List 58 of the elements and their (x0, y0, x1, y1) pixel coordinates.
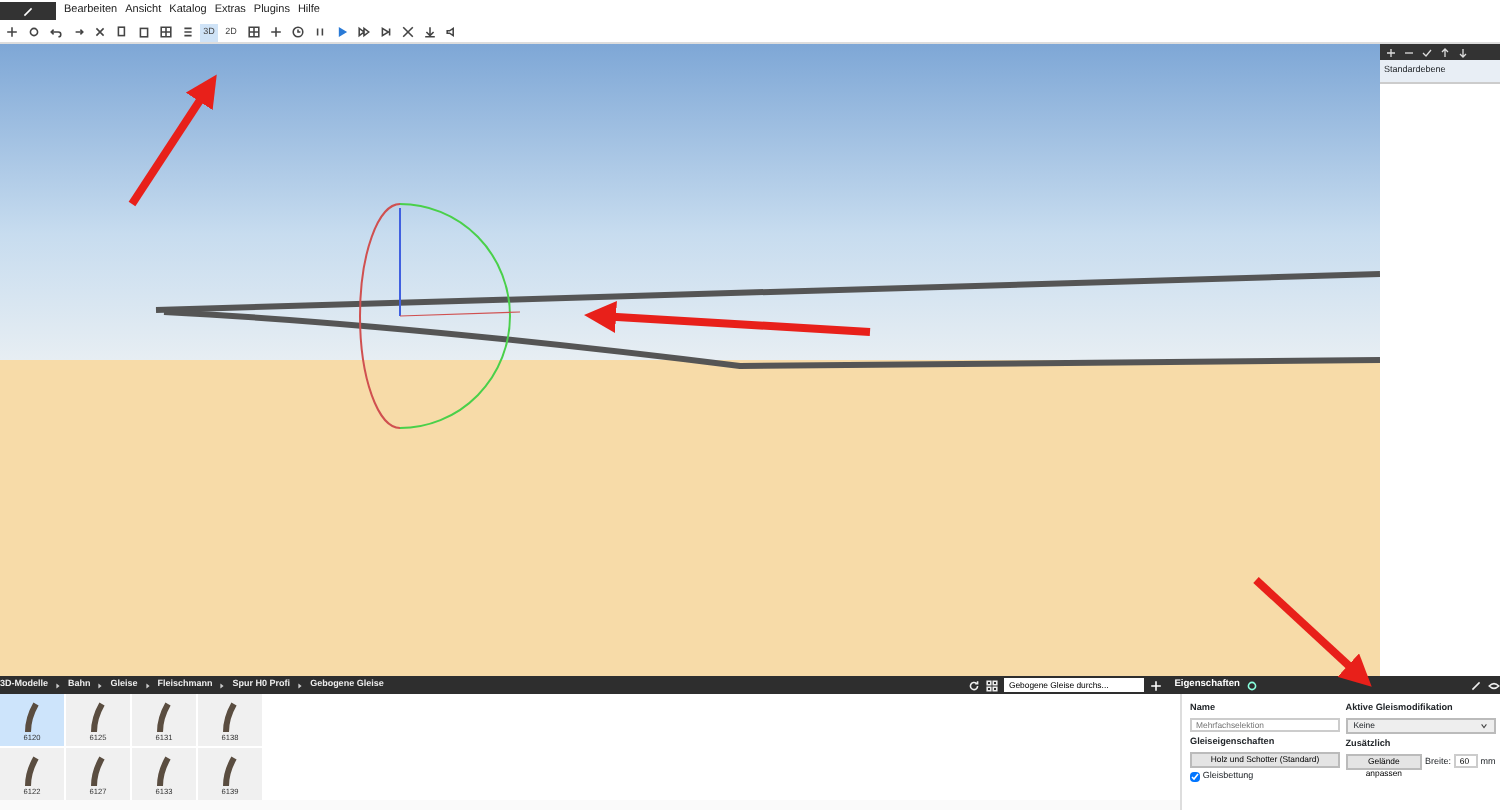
play-icon (335, 26, 347, 38)
toolbar-button[interactable] (244, 23, 262, 41)
toolbar-button[interactable] (112, 23, 130, 41)
toolbar-button[interactable] (24, 23, 42, 41)
annotation-arrow (1253, 577, 1372, 687)
curved-track-icon (156, 702, 172, 735)
toolbar-button[interactable] (266, 23, 284, 41)
arrow-down-icon (1457, 47, 1467, 57)
redo-icon (71, 26, 83, 38)
refresh-icon (968, 679, 981, 691)
check-icon (1421, 47, 1431, 57)
layer-toolbar-button[interactable] (1456, 46, 1468, 58)
edit-button[interactable] (0, 2, 56, 20)
pencil-icon (22, 5, 34, 17)
list-icon (181, 26, 193, 38)
layer-toolbar-button[interactable] (1402, 46, 1414, 58)
skip-icon (379, 26, 391, 38)
clock-icon (291, 26, 303, 38)
toolbar-button[interactable] (2, 23, 20, 41)
curved-track-icon (156, 756, 172, 789)
curved-track-icon (222, 702, 238, 735)
chevron-down-icon (1479, 722, 1488, 731)
undo-icon (49, 26, 61, 38)
add-icon (1385, 47, 1395, 57)
arrow-up-icon (1439, 47, 1449, 57)
curved-track-icon (90, 702, 106, 735)
eye-icon (1488, 679, 1500, 691)
speaker-icon (445, 26, 457, 38)
grid-icon (159, 26, 171, 38)
grid-icon (986, 679, 999, 691)
grid-icon (247, 26, 259, 38)
toolbar-button[interactable] (178, 23, 196, 41)
pause-icon (313, 26, 325, 38)
add-icon (5, 26, 17, 38)
bedding-checkbox[interactable] (1190, 772, 1200, 783)
pencil-icon (1470, 679, 1482, 691)
toolbar-button[interactable] (288, 23, 306, 41)
toolbar-button[interactable] (156, 23, 174, 41)
curved-track-icon (24, 702, 40, 735)
curved-track-icon (90, 756, 106, 789)
toolbar-button[interactable] (420, 23, 438, 41)
toolbar-button[interactable] (134, 23, 152, 41)
toolbar-button[interactable] (46, 23, 64, 41)
fast-forward-icon (357, 26, 369, 38)
toolbar-button[interactable] (442, 23, 460, 41)
layer-toolbar-button[interactable] (1438, 46, 1450, 58)
layer-toolbar-button[interactable] (1384, 46, 1396, 58)
plus-icon (269, 26, 281, 38)
minus-icon (1403, 47, 1413, 57)
toolbar-button[interactable] (398, 23, 416, 41)
curved-track-icon (222, 756, 238, 789)
curved-track-icon (24, 756, 40, 789)
download-icon (423, 26, 435, 38)
annotation-arrow (128, 74, 217, 207)
layer-toolbar-button[interactable] (1420, 46, 1432, 58)
toolbar-button[interactable] (376, 23, 394, 41)
toolbar-button[interactable] (90, 23, 108, 41)
toolbar-button[interactable] (354, 23, 372, 41)
